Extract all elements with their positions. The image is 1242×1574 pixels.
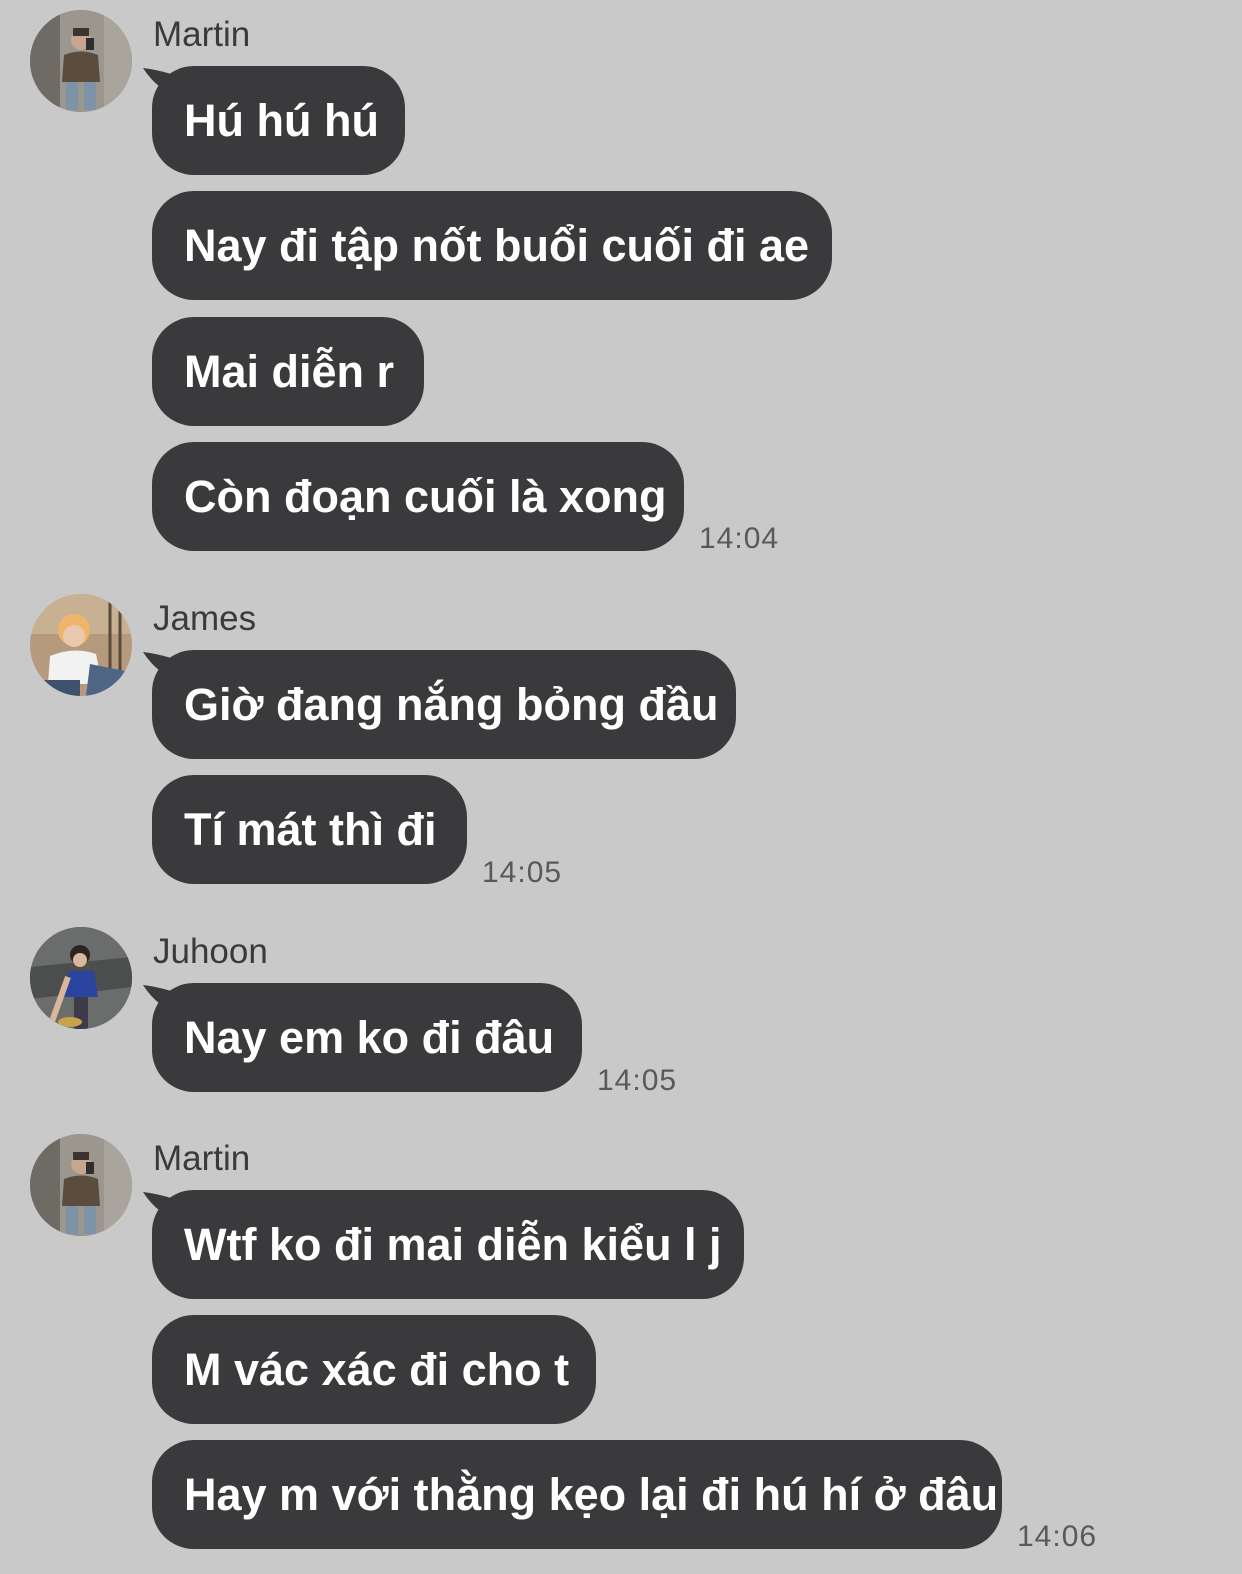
james-avatar[interactable] <box>30 594 132 696</box>
message-group: James Giờ đang nắng bỏng đầu Tí mát thì … <box>0 594 1242 889</box>
message-bubble[interactable]: Wtf ko đi mai diễn kiểu l j <box>152 1190 744 1299</box>
message-group: Martin Wtf ko đi mai diễn kiểu l j M vác… <box>0 1134 1242 1574</box>
user-photo-avatar-icon <box>30 1134 132 1236</box>
martin-avatar[interactable] <box>30 1134 132 1236</box>
message-bubble[interactable]: Giờ đang nắng bỏng đầu <box>152 650 736 759</box>
message-group: Juhoon Nay em ko đi đâu 14:05 <box>0 927 1242 1097</box>
message-timestamp: 14:05 <box>482 856 563 889</box>
user-photo-avatar-icon <box>30 927 132 1029</box>
user-photo-avatar-icon <box>30 594 132 696</box>
sender-name: James <box>153 599 257 638</box>
message-bubble[interactable]: Mai diễn r <box>152 317 424 426</box>
user-photo-avatar-icon <box>30 10 132 112</box>
message-group: Martin Hú hú hú Nay đi tập nốt buổi cuối… <box>0 10 1242 555</box>
message-bubble[interactable]: Tí mát thì đi <box>152 775 467 884</box>
message-timestamp: 14:04 <box>699 522 780 555</box>
message-timestamp: 14:06 <box>1017 1520 1098 1553</box>
message-timestamp: 14:05 <box>597 1064 678 1097</box>
sender-name: Martin <box>153 1139 251 1178</box>
juhoon-avatar[interactable] <box>30 927 132 1029</box>
sender-name: Juhoon <box>153 932 268 971</box>
martin-avatar[interactable] <box>30 10 132 112</box>
message-bubble[interactable]: Nay đi tập nốt buổi cuối đi ae <box>152 191 832 300</box>
message-bubble[interactable]: Còn đoạn cuối là xong <box>152 442 684 551</box>
message-bubble[interactable]: M vác xác đi cho t <box>152 1315 596 1424</box>
message-bubble[interactable]: Hay m với thằng kẹo lại đi hú hí ở đâu <box>152 1440 1002 1549</box>
sender-name: Martin <box>153 15 251 54</box>
message-bubble[interactable]: Hú hú hú <box>152 66 405 175</box>
message-bubble[interactable]: Nay em ko đi đâu <box>152 983 582 1092</box>
